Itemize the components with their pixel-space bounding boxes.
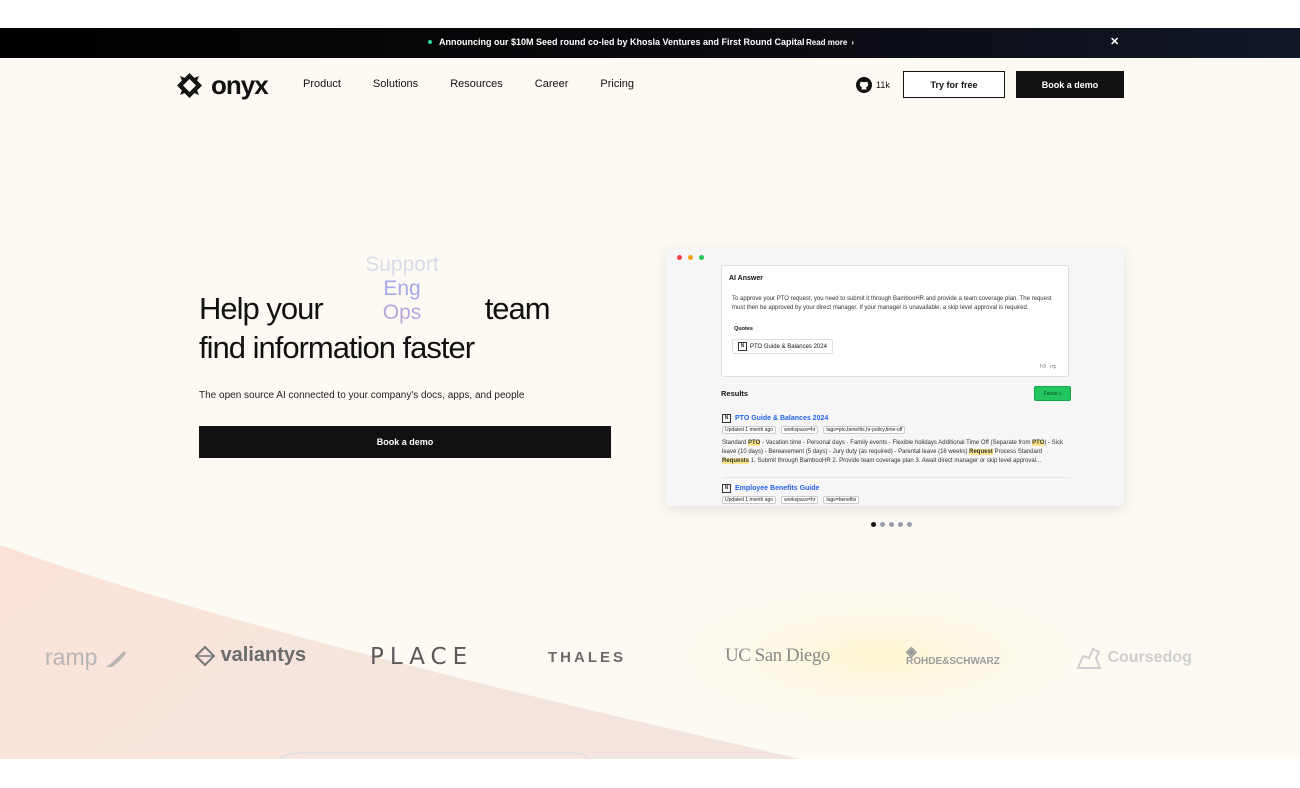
page: Announcing our $10M Seed round co-led by… (0, 28, 1300, 759)
result-title[interactable]: PTO Guide & Balances 2024 (735, 415, 828, 422)
customer-logo-place: PLACE (370, 644, 474, 670)
result-title[interactable]: Employee Benefits Guide (735, 485, 819, 492)
search-icon: ⌕ (1058, 390, 1062, 397)
result-item[interactable]: N Employee Benefits Guide Updated 1 mont… (722, 484, 1070, 504)
nav-product[interactable]: Product (303, 78, 341, 90)
nav-book-demo-button[interactable]: Book a demo (1016, 71, 1124, 98)
customer-logo-rohde-schwarz: ◈ ROHDE&SCHWARZ (906, 643, 1000, 667)
ai-answer-card: AI Answer To approve your PTO request, y… (721, 265, 1069, 377)
close-icon[interactable]: ✕ (1110, 35, 1119, 48)
document-icon: N (738, 342, 747, 351)
customer-logo-valiantys: valiantys (194, 644, 306, 667)
nav-links: Product Solutions Resources Career Prici… (303, 78, 634, 90)
nav-solutions[interactable]: Solutions (373, 78, 418, 90)
announcement-text: Announcing our $10M Seed round co-led by… (439, 37, 805, 47)
focus-button[interactable]: Focus ⌕ (1034, 386, 1071, 401)
window-minimize-dot (688, 255, 693, 260)
onyx-logo-icon (177, 73, 202, 98)
ai-answer-body: To approve your PTO request, you need to… (732, 296, 1052, 311)
hero-book-demo-button[interactable]: Book a demo (199, 426, 611, 458)
top-nav: onyx Product Solutions Resources Career … (0, 70, 1300, 100)
result-updated: Updated 1 month ago (722, 426, 777, 434)
chevron-right-icon: › (851, 38, 855, 47)
headline-part-a: Help your (199, 291, 324, 326)
product-mockup: AI Answer To approve your PTO request, y… (666, 247, 1124, 506)
rotating-word-support: Support (365, 253, 439, 276)
document-icon: N (722, 414, 731, 423)
coursedog-mark-icon (1076, 647, 1102, 669)
ramp-mark-icon (105, 650, 126, 667)
github-icon (856, 77, 872, 93)
result-tags: tags=pto,benefits,hr-policy,time-off (823, 426, 906, 434)
nav-pricing[interactable]: Pricing (600, 78, 634, 90)
hero-headline: Help your team find information faster (199, 289, 551, 367)
nav-resources[interactable]: Resources (450, 78, 503, 90)
announcement-banner: Announcing our $10M Seed round co-led by… (0, 28, 1300, 58)
nav-career[interactable]: Career (535, 78, 569, 90)
results-label: Results (721, 389, 749, 398)
carousel-dot-4[interactable] (898, 522, 903, 527)
valiantys-mark-icon (194, 645, 216, 667)
thumbs-down-icon[interactable]: 👎︎ (1050, 364, 1060, 370)
github-stars-link[interactable]: 11k (856, 77, 890, 93)
customer-logos: ramp valiantys PLACE THALES UC San Diego… (0, 640, 1300, 680)
carousel-dot-1[interactable] (871, 522, 876, 527)
headline-line2: find information faster (199, 330, 475, 365)
result-divider (722, 477, 1070, 478)
try-for-free-button[interactable]: Try for free (903, 71, 1005, 98)
result-item[interactable]: N PTO Guide & Balances 2024 Updated 1 mo… (722, 414, 1070, 466)
onyx-logo[interactable]: onyx (176, 70, 269, 101)
logo-wordmark: onyx (211, 70, 269, 100)
focus-label: Focus (1043, 390, 1058, 397)
document-icon: N (722, 484, 731, 493)
quote-chip[interactable]: N PTO Guide & Balances 2024 (732, 339, 833, 354)
result-tags: tags=benefits (823, 496, 860, 504)
carousel-pager (871, 522, 912, 527)
customer-logo-thales: THALES (548, 649, 626, 666)
github-stars-count: 11k (876, 80, 890, 90)
status-dot (428, 40, 432, 44)
thumbs-up-icon[interactable]: 👍︎ (1040, 364, 1050, 370)
read-more-label: Read more (806, 38, 848, 47)
hero-subtitle: The open source AI connected to your com… (199, 390, 525, 401)
rohde-schwarz-mark-icon: ◈ (906, 643, 917, 659)
headline-part-b: team (484, 291, 551, 326)
read-more-link[interactable]: Read more › (806, 38, 854, 47)
window-close-dot (677, 255, 682, 260)
feedback-icons: 👍︎👎︎ (1040, 362, 1060, 370)
result-snippet: Standard PTO - Vacation time - Personal … (722, 440, 1064, 464)
customer-logo-ramp: ramp (45, 644, 128, 671)
carousel-dot-5[interactable] (907, 522, 912, 527)
quotes-label: Quotes (734, 326, 753, 332)
quote-chip-label: PTO Guide & Balances 2024 (750, 343, 827, 350)
customer-logo-ucsd: UC San Diego (725, 645, 830, 666)
ai-answer-title: AI Answer (729, 275, 763, 282)
result-workspace-tag: workspace=hr (781, 496, 819, 504)
carousel-dot-3[interactable] (889, 522, 894, 527)
result-workspace-tag: workspace=hr (781, 426, 819, 434)
customer-logo-coursedog: Coursedog (1075, 646, 1192, 670)
window-maximize-dot (699, 255, 704, 260)
carousel-dot-2[interactable] (880, 522, 885, 527)
result-updated: Updated 1 month ago (722, 496, 777, 504)
